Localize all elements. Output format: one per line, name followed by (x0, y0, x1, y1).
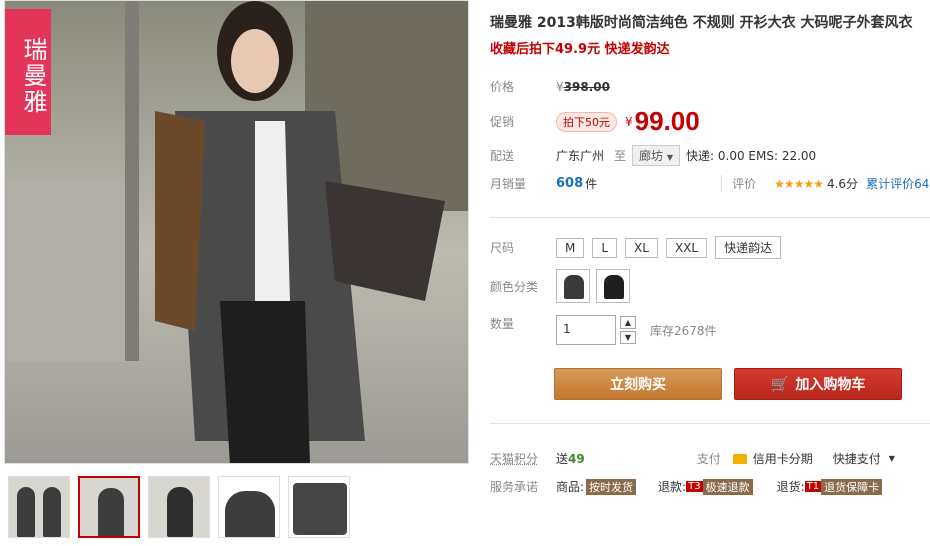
service-refund-tag[interactable]: 极速退款 (703, 479, 753, 495)
service-label: 服务承诺 (490, 478, 556, 495)
buy-now-button[interactable]: 立刻购买 (554, 368, 722, 400)
points-row: 天猫积分 送 49 支付 信用卡分期 快捷支付 ▼ (490, 450, 895, 467)
model-illustration (5, 1, 469, 464)
add-to-cart-button[interactable]: 🛒 加入购物车 (734, 368, 902, 400)
size-option-m[interactable]: M (556, 238, 584, 258)
shipping-destination-select[interactable]: 廊坊 ▼ (632, 145, 680, 166)
chevron-down-icon: ▼ (667, 153, 673, 162)
promo-price-row: 促销 拍下50元 ¥ 99.00 (490, 106, 700, 137)
quantity-label: 数量 (490, 315, 556, 332)
rating-score: 4.6分 (827, 175, 858, 192)
size-row: 尺码 M L XL XXL 快递韵达 (490, 236, 789, 259)
price-yen: ¥ (556, 80, 564, 94)
review-count-link[interactable]: 累计评价641 (866, 175, 930, 192)
thumbnail-2[interactable] (78, 476, 140, 538)
monthly-sales-label: 月销量 (490, 175, 556, 192)
rating-label: 评价 (721, 175, 756, 192)
add-to-cart-label: 加入购物车 (795, 374, 865, 394)
thumbnail-strip (8, 476, 350, 538)
shipping-to: 至 (614, 147, 626, 164)
promo-price: 99.00 (635, 106, 700, 137)
service-goods-tag[interactable]: 按时发货 (586, 479, 636, 495)
product-title: 瑞曼雅 2013韩版时尚简洁纯色 不规则 开衫大衣 大码呢子外套风衣 (490, 12, 912, 32)
original-price: 398.00 (564, 80, 610, 94)
size-option-xl[interactable]: XL (625, 238, 658, 258)
promo-yen: ¥ (625, 115, 633, 129)
divider-bottom (490, 423, 930, 424)
buy-now-label: 立刻购买 (610, 374, 666, 394)
points-send: 送 (556, 450, 568, 467)
service-return-tag[interactable]: 退货保障卡 (821, 479, 882, 495)
thumbnail-3[interactable] (148, 476, 210, 538)
quantity-up-button[interactable]: ▲ (620, 316, 636, 329)
sales-row: 月销量 608 件 评价 ★★★★★ 4.6分 累计评价641 (490, 175, 930, 192)
shipping-label: 配送 (490, 147, 556, 164)
return-t1-icon: T1 (805, 481, 821, 492)
refund-t3-icon: T3 (686, 481, 702, 492)
points-value: 49 (568, 452, 585, 466)
divider-top (490, 217, 930, 218)
color-option-1[interactable] (556, 269, 590, 303)
monthly-sales-unit: 件 (585, 175, 597, 192)
price-label: 价格 (490, 78, 556, 95)
thumbnail-5[interactable] (288, 476, 350, 538)
size-option-l[interactable]: L (592, 238, 617, 258)
credit-card-icon (733, 454, 747, 464)
stock-count: 库存2678件 (650, 322, 717, 339)
service-goods-label: 商品: (556, 478, 584, 495)
quantity-input[interactable]: 1 (556, 315, 616, 345)
color-row: 颜色分类 (490, 269, 636, 303)
payment-chevron-down-icon[interactable]: ▼ (889, 454, 895, 463)
promo-text: 收藏后拍下49.9元 快递发韵达 (490, 38, 670, 57)
service-return-label: 退货: (777, 478, 805, 495)
size-label: 尺码 (490, 239, 556, 256)
promo-badge: 拍下50元 (556, 112, 617, 132)
destination-value: 廊坊 (639, 149, 663, 163)
quantity-down-button[interactable]: ▼ (620, 331, 636, 344)
rating-stars-icon: ★★★★★ (774, 177, 823, 191)
promo-price-label: 促销 (490, 113, 556, 130)
monthly-sales-count: 608 (556, 176, 583, 191)
product-gallery: 瑞曼雅 (0, 0, 470, 546)
credit-installment[interactable]: 信用卡分期 (753, 450, 813, 467)
shipping-origin: 广东广州 (556, 147, 604, 164)
quick-pay[interactable]: 快捷支付 (833, 450, 881, 467)
shipping-fees: 快递: 0.00 EMS: 22.00 (686, 147, 816, 164)
service-row: 服务承诺 商品: 按时发货 退款: T3 极速退款 退货: T1 退货保障卡 (490, 478, 882, 495)
size-option-xxl[interactable]: XXL (666, 238, 707, 258)
color-label: 颜色分类 (490, 278, 556, 295)
payment-label: 支付 (697, 450, 721, 467)
cart-icon: 🛒 (771, 375, 790, 393)
size-option-express[interactable]: 快递韵达 (715, 236, 781, 259)
thumbnail-4[interactable] (218, 476, 280, 538)
main-product-image[interactable]: 瑞曼雅 (4, 0, 469, 464)
points-label[interactable]: 天猫积分 (490, 450, 556, 467)
brand-tag: 瑞曼雅 (5, 9, 51, 135)
color-option-2[interactable] (596, 269, 630, 303)
service-refund-label: 退款: (658, 478, 686, 495)
price-row: 价格 ¥ 398.00 (490, 78, 610, 95)
thumbnail-1[interactable] (8, 476, 70, 538)
quantity-row: 数量 1 ▲ ▼ 库存2678件 (490, 315, 717, 345)
product-info-panel: 瑞曼雅 2013韩版时尚简洁纯色 不规则 开衫大衣 大码呢子外套风衣 收藏后拍下… (490, 0, 930, 546)
quantity-stepper: ▲ ▼ (620, 316, 636, 344)
shipping-row: 配送 广东广州 至 廊坊 ▼ 快递: 0.00 EMS: 22.00 (490, 145, 816, 166)
